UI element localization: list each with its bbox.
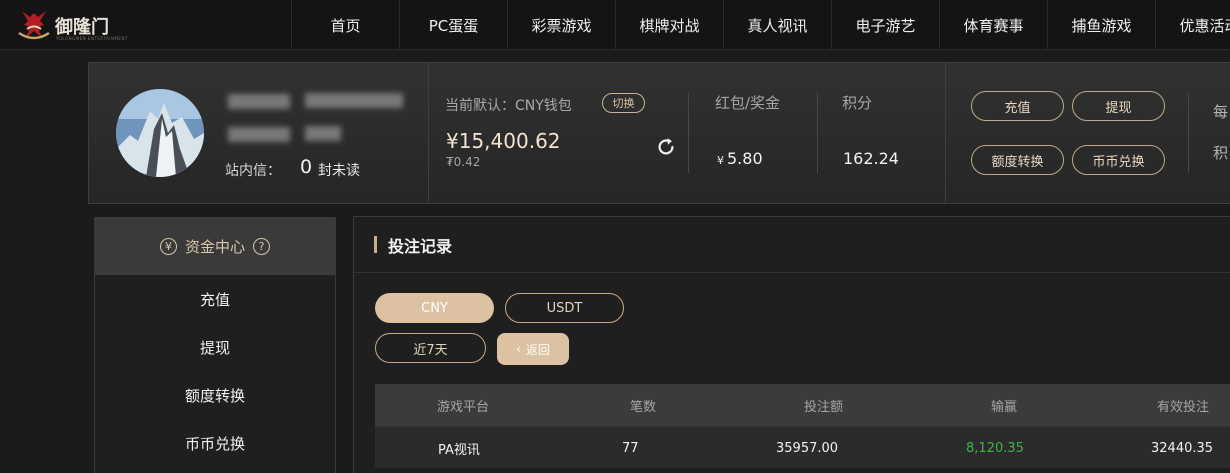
fund-center-sidebar: ¥ 资金中心 ? 充值 提现 额度转换 币币兑换 xyxy=(94,217,336,473)
column-header-count: 笔数 xyxy=(630,399,657,415)
nav-item-chess-cards[interactable]: 棋牌对战 xyxy=(615,0,723,50)
masked-username xyxy=(228,94,290,109)
divider xyxy=(688,93,689,173)
back-button[interactable]: ‹ 返回 xyxy=(497,333,569,365)
user-info-panel: 站内信： 0 封未读 当前默认：CNY钱包 切换 ¥15,400.62 ₮0.4… xyxy=(88,62,1230,204)
inbox-label: 站内信： xyxy=(225,163,281,179)
usdt-balance: ₮0.42 xyxy=(446,155,481,169)
withdraw-button[interactable]: 提现 xyxy=(1072,91,1165,121)
bet-records-table: 游戏平台 笔数 投注额 输赢 有效投注 PA视讯 77 35957.00 8,1… xyxy=(375,384,1230,468)
inbox-count[interactable]: 0 xyxy=(300,156,312,178)
bet-records-panel: 投注记录 CNY USDT 近7天 ‹ 返回 游戏平台 笔数 投注额 输赢 有效… xyxy=(353,216,1230,473)
points-label: 积分 xyxy=(842,94,873,112)
table-header: 游戏平台 笔数 投注额 输赢 有效投注 xyxy=(375,384,1230,426)
column-header-valid-bet: 有效投注 xyxy=(1157,399,1210,415)
bonus-amount: 5.80 xyxy=(727,149,763,168)
switch-wallet-button[interactable]: 切换 xyxy=(602,93,645,113)
cell-valid-bet: 32440.35 xyxy=(1151,440,1214,456)
dragon-logo-icon xyxy=(18,11,50,40)
column-header-bet: 投注额 xyxy=(804,399,844,415)
table-row[interactable]: PA视讯 77 35957.00 8,120.35 32440.35 xyxy=(375,426,1230,468)
title-accent-bar xyxy=(374,236,377,253)
exchange-button[interactable]: 币币兑换 xyxy=(1072,145,1165,175)
wallet-balance: ¥15,400.62 xyxy=(446,129,561,153)
divider xyxy=(1188,93,1189,173)
mountain-avatar-icon xyxy=(116,89,204,177)
cell-count: 77 xyxy=(622,440,639,456)
bonus-currency: ¥ xyxy=(717,154,724,167)
sidebar-title: 资金中心 xyxy=(184,238,245,256)
sidebar-item-exchange[interactable]: 币币兑换 xyxy=(95,419,335,467)
daily-label-partial: 每 xyxy=(1213,103,1229,121)
divider xyxy=(817,93,818,173)
cell-platform: PA视讯 xyxy=(438,442,480,458)
brand-logo[interactable]: 御隆门 YULONGMEN ENTERTAINMENT xyxy=(14,5,127,45)
masked-vip-level xyxy=(228,127,290,142)
points-label-partial: 积 xyxy=(1213,144,1229,162)
masked-account xyxy=(305,93,403,108)
inbox-unread-label: 封未读 xyxy=(318,163,360,179)
date-range-button[interactable]: 近7天 xyxy=(375,333,486,363)
column-header-platform: 游戏平台 xyxy=(437,399,490,415)
help-icon[interactable]: ? xyxy=(253,238,270,255)
tab-usdt[interactable]: USDT xyxy=(505,293,624,323)
nav-item-live-casino[interactable]: 真人视讯 xyxy=(723,0,831,50)
divider xyxy=(428,63,429,203)
recharge-button[interactable]: 充值 xyxy=(971,91,1064,121)
nav-item-lottery[interactable]: 彩票游戏 xyxy=(507,0,615,50)
nav-item-home[interactable]: 首页 xyxy=(291,0,399,50)
page-title: 投注记录 xyxy=(388,236,453,256)
chevron-left-icon: ‹ xyxy=(516,342,521,356)
cell-bet: 35957.00 xyxy=(776,440,839,456)
main-nav: 首页 PC蛋蛋 彩票游戏 棋牌对战 真人视讯 电子游艺 体育赛事 捕鱼游戏 优惠… xyxy=(291,0,1230,50)
bonus-label: 红包/奖金 xyxy=(715,94,781,112)
column-header-winloss: 输赢 xyxy=(991,399,1018,415)
panel-header: 投注记录 xyxy=(354,217,1230,273)
sidebar-item-withdraw[interactable]: 提现 xyxy=(95,323,335,371)
yen-coin-icon: ¥ xyxy=(159,238,177,255)
cell-winloss: 8,120.35 xyxy=(966,440,1024,456)
top-nav-bar: 御隆门 YULONGMEN ENTERTAINMENT 首页 PC蛋蛋 彩票游戏… xyxy=(0,0,1230,50)
sidebar-header: ¥ 资金中心 ? xyxy=(95,218,335,275)
divider xyxy=(945,63,946,203)
nav-item-promotions[interactable]: 优惠活动 xyxy=(1155,0,1230,50)
bonus-value: ¥5.80 xyxy=(717,149,763,168)
masked-vip-badge xyxy=(305,126,341,141)
nav-item-pc-egg[interactable]: PC蛋蛋 xyxy=(399,0,507,50)
tab-cny[interactable]: CNY xyxy=(375,293,494,323)
transfer-button[interactable]: 额度转换 xyxy=(971,145,1064,175)
nav-item-slots[interactable]: 电子游艺 xyxy=(831,0,939,50)
brand-tagline: YULONGMEN ENTERTAINMENT xyxy=(56,36,128,41)
refresh-icon[interactable] xyxy=(655,136,677,158)
nav-item-sports[interactable]: 体育赛事 xyxy=(939,0,1047,50)
sidebar-item-transfer[interactable]: 额度转换 xyxy=(95,371,335,419)
avatar[interactable] xyxy=(116,89,204,177)
points-value: 162.24 xyxy=(843,149,899,168)
nav-item-fishing[interactable]: 捕鱼游戏 xyxy=(1047,0,1155,50)
back-label: 返回 xyxy=(525,342,550,357)
sidebar-item-recharge[interactable]: 充值 xyxy=(95,275,335,323)
default-wallet-label: 当前默认：CNY钱包 xyxy=(445,98,572,114)
